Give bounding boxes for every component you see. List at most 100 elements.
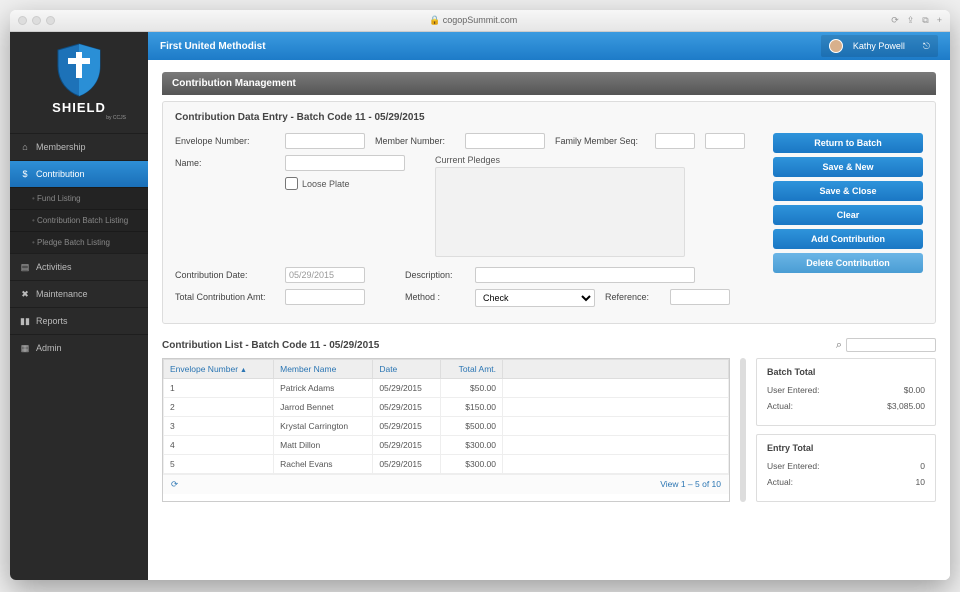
cell-amt: $150.00	[441, 398, 503, 417]
input-desc[interactable]	[475, 267, 695, 283]
nav-maintenance[interactable]: ✖ Maintenance	[10, 280, 148, 307]
batch-ue-label: User Entered:	[767, 385, 819, 395]
cell-date: 05/29/2015	[373, 417, 441, 436]
entry-actual-label: Actual:	[767, 477, 793, 487]
address-bar[interactable]: 🔒 cogopSummit.com	[55, 15, 891, 26]
cell-name: Jarrod Bennet	[274, 398, 373, 417]
table-row[interactable]: 3Krystal Carrington05/29/2015$500.00	[164, 417, 729, 436]
btn-delete-contribution[interactable]: Delete Contribution	[773, 253, 923, 273]
btn-return[interactable]: Return to Batch	[773, 133, 923, 153]
org-name: First United Methodist	[160, 41, 266, 52]
batch-total-title: Batch Total	[767, 367, 925, 377]
entry-ue-label: User Entered:	[767, 461, 819, 471]
label-desc: Description:	[405, 267, 465, 280]
checkbox-loose-plate[interactable]	[285, 177, 298, 190]
cell-date: 05/29/2015	[373, 436, 441, 455]
btn-clear[interactable]: Clear	[773, 205, 923, 225]
traffic-lights	[18, 16, 55, 25]
share-icon[interactable]: ⇪	[907, 15, 915, 26]
nav-contribution[interactable]: $ Contribution	[10, 160, 148, 187]
max-dot[interactable]	[46, 16, 55, 25]
select-method[interactable]: Check	[475, 289, 595, 307]
input-famseq1[interactable]	[655, 133, 695, 149]
cell-date: 05/29/2015	[373, 398, 441, 417]
scrollbar[interactable]	[740, 358, 746, 502]
nav-membership[interactable]: ⌂ Membership	[10, 133, 148, 160]
cell-amt: $50.00	[441, 379, 503, 398]
list-search-input[interactable]	[846, 338, 936, 352]
cell-date: 05/29/2015	[373, 379, 441, 398]
label-pledges: Current Pledges	[435, 155, 685, 165]
table-row[interactable]: 2Jarrod Bennet05/29/2015$150.00	[164, 398, 729, 417]
pledges-box	[435, 167, 685, 257]
logout-icon[interactable]: ⎋	[923, 41, 930, 52]
search-icon[interactable]: ⌕	[836, 339, 842, 352]
cell-amt: $300.00	[441, 455, 503, 474]
topbar: First United Methodist Kathy Powell ⎋	[148, 32, 950, 60]
nav-admin[interactable]: ▦ Admin	[10, 334, 148, 361]
nav-label: Maintenance	[36, 289, 88, 299]
refresh-icon[interactable]: ⟳	[891, 15, 899, 26]
col-date[interactable]: Date	[373, 360, 441, 379]
label-name: Name:	[175, 155, 275, 168]
batch-total-box: Batch Total User Entered: $0.00 Actual: …	[756, 358, 936, 426]
table-row[interactable]: 5Rachel Evans05/29/2015$300.00	[164, 455, 729, 474]
nav-reports[interactable]: ▮▮ Reports	[10, 307, 148, 334]
batch-actual-label: Actual:	[767, 401, 793, 411]
url-text: cogopSummit.com	[443, 15, 518, 25]
action-buttons: Return to Batch Save & New Save & Close …	[773, 133, 923, 273]
table-row[interactable]: 4Matt Dillon05/29/2015$300.00	[164, 436, 729, 455]
label-famseq: Family Member Seq:	[555, 133, 645, 146]
input-name[interactable]	[285, 155, 405, 171]
entry-title: Contribution Data Entry - Batch Code 11 …	[175, 112, 923, 123]
cell-date: 05/29/2015	[373, 455, 441, 474]
subnav-pledge-batch[interactable]: Pledge Batch Listing	[10, 231, 148, 253]
entry-ue-value: 0	[920, 461, 925, 471]
nav-activities[interactable]: ▤ Activities	[10, 253, 148, 280]
min-dot[interactable]	[32, 16, 41, 25]
close-dot[interactable]	[18, 16, 27, 25]
user-menu[interactable]: Kathy Powell ⎋	[821, 35, 938, 57]
col-envelope[interactable]: Envelope Number	[164, 360, 274, 379]
btn-save-new[interactable]: Save & New	[773, 157, 923, 177]
input-member[interactable]	[465, 133, 545, 149]
grid-icon: ▦	[20, 343, 30, 353]
cell-spacer	[503, 417, 729, 436]
input-envelope[interactable]	[285, 133, 365, 149]
label-member: Member Number:	[375, 133, 455, 146]
input-total[interactable]	[285, 289, 365, 305]
col-spacer	[503, 360, 729, 379]
chart-icon: ▮▮	[20, 316, 30, 326]
logo: SHIELD by CCJS	[10, 32, 148, 133]
grid-footer: ⟳ View 1 – 5 of 10	[163, 474, 729, 494]
btn-add-contribution[interactable]: Add Contribution	[773, 229, 923, 249]
wrench-icon: ✖	[20, 289, 30, 299]
subnav-contribution-batch[interactable]: Contribution Batch Listing	[10, 209, 148, 231]
list-title: Contribution List - Batch Code 11 - 05/2…	[162, 340, 379, 351]
nav-label: Admin	[36, 343, 62, 353]
entry-actual-value: 10	[916, 477, 925, 487]
lock-icon: 🔒	[429, 15, 443, 25]
subnav-fund-listing[interactable]: Fund Listing	[10, 187, 148, 209]
tabs-icon[interactable]: ⧉	[922, 15, 928, 26]
cell-spacer	[503, 379, 729, 398]
cell-env: 3	[164, 417, 274, 436]
grid-refresh[interactable]: ⟳	[171, 479, 178, 490]
input-famseq2[interactable]	[705, 133, 745, 149]
col-name[interactable]: Member Name	[274, 360, 373, 379]
input-cdate[interactable]	[285, 267, 365, 283]
cell-env: 1	[164, 379, 274, 398]
content: Contribution Management Contribution Dat…	[148, 60, 950, 514]
user-name: Kathy Powell	[853, 41, 905, 51]
nav-label: Reports	[36, 316, 68, 326]
table-row[interactable]: 1Patrick Adams05/29/2015$50.00	[164, 379, 729, 398]
btn-save-close[interactable]: Save & Close	[773, 181, 923, 201]
input-reference[interactable]	[670, 289, 730, 305]
label-total: Total Contribution Amt:	[175, 289, 275, 302]
batch-ue-value: $0.00	[904, 385, 925, 395]
plus-icon[interactable]: +	[937, 15, 942, 26]
sidebar: SHIELD by CCJS ⌂ Membership $ Contributi…	[10, 32, 148, 580]
contribution-grid: Envelope Number Member Name Date Total A…	[162, 358, 730, 502]
label-loose-plate: Loose Plate	[302, 179, 350, 189]
col-amt[interactable]: Total Amt.	[441, 360, 503, 379]
